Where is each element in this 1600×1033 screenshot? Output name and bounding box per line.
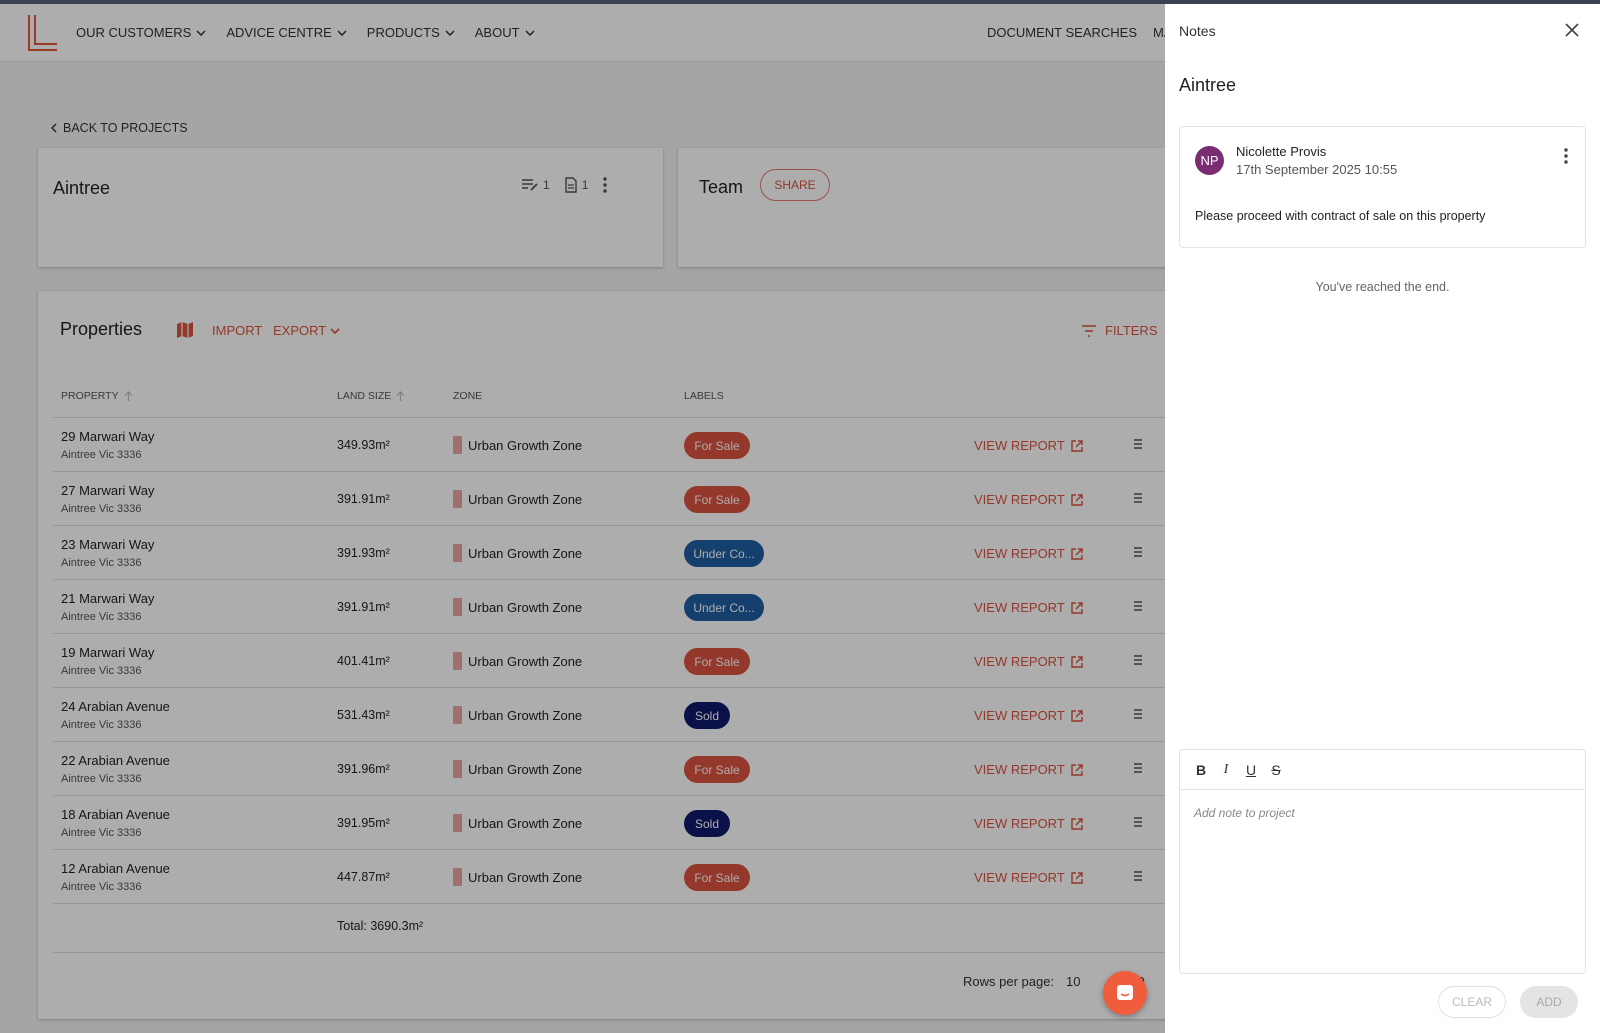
underline-button[interactable]: U — [1244, 762, 1258, 778]
more-vertical-icon[interactable] — [1563, 148, 1569, 164]
bold-button[interactable]: B — [1194, 762, 1208, 778]
end-of-notes-text: You've reached the end. — [1315, 280, 1450, 294]
note-editor: B I U S Add note to project — [1179, 749, 1586, 974]
note-input[interactable]: Add note to project — [1194, 806, 1295, 820]
note-author: Nicolette Provis — [1236, 144, 1327, 159]
close-icon[interactable] — [1564, 22, 1580, 38]
note-text: Please proceed with contract of sale on … — [1195, 209, 1486, 223]
chat-launcher-button[interactable] — [1103, 971, 1147, 1015]
note-card: NP Nicolette Provis 17th September 2025 … — [1179, 126, 1586, 248]
editor-toolbar: B I U S — [1180, 750, 1585, 790]
top-stripe — [0, 0, 1600, 4]
strikethrough-button[interactable]: S — [1269, 762, 1283, 778]
notes-project-name: Aintree — [1179, 75, 1237, 95]
avatar: NP — [1195, 146, 1224, 175]
chat-icon — [1117, 985, 1133, 1000]
clear-button[interactable]: CLEAR — [1438, 986, 1506, 1018]
note-date: 17th September 2025 10:55 — [1236, 162, 1398, 177]
notes-panel: Notes Aintree NP Nicolette Provis 17th S… — [1165, 4, 1600, 1033]
italic-button[interactable]: I — [1219, 762, 1233, 778]
add-button[interactable]: ADD — [1520, 986, 1578, 1018]
notes-panel-title: Notes — [1179, 23, 1216, 39]
